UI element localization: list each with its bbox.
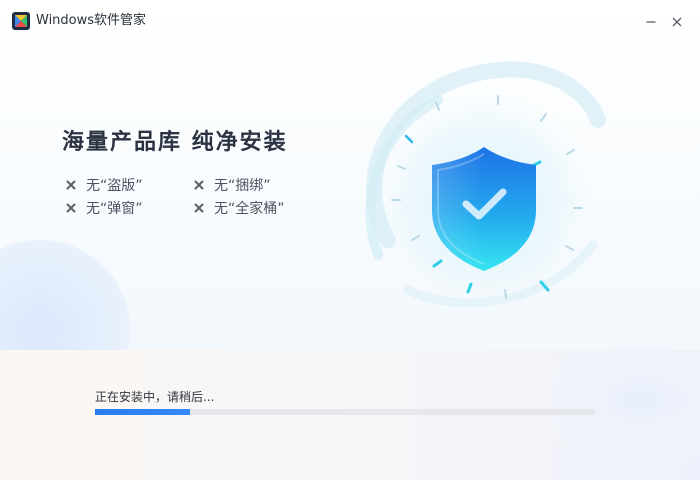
- feature-label: 无“捆绑”: [214, 178, 271, 194]
- installer-window: Windows软件管家 海量产品库 纯净安装 无“盗版” 无“捆绑” 无“弹窗”…: [0, 0, 700, 480]
- feature-item-no-piracy: 无“盗版”: [64, 176, 192, 194]
- minimize-button[interactable]: [639, 10, 663, 34]
- feature-label: 无“弹窗”: [86, 201, 143, 217]
- install-progress-bar: [95, 409, 595, 415]
- hero-headline: 海量产品库 纯净安装: [62, 130, 288, 155]
- window-title: Windows软件管家: [36, 13, 147, 28]
- shield-check-icon: [365, 61, 606, 312]
- feature-item-no-bundle: 无“捆绑”: [192, 176, 320, 194]
- install-progress-fill: [95, 409, 190, 415]
- title-bar: Windows软件管家: [0, 0, 700, 44]
- feature-item-no-popup: 无“弹窗”: [64, 199, 192, 217]
- feature-label: 无“盗版”: [86, 178, 143, 194]
- close-icon: [671, 13, 683, 32]
- cross-icon: [192, 180, 206, 190]
- cross-icon: [64, 203, 78, 213]
- feature-list: 无“盗版” 无“捆绑” 无“弹窗” 无“全家桶”: [64, 176, 344, 217]
- cross-icon: [64, 180, 78, 190]
- feature-item-no-bloatware: 无“全家桶”: [192, 199, 320, 217]
- app-logo-icon: [12, 12, 30, 30]
- cross-icon: [192, 203, 206, 213]
- close-button[interactable]: [665, 10, 689, 34]
- minimize-icon: [645, 13, 657, 32]
- install-status-text: 正在安装中，请稍后...: [95, 390, 215, 404]
- feature-label: 无“全家桶”: [214, 201, 285, 217]
